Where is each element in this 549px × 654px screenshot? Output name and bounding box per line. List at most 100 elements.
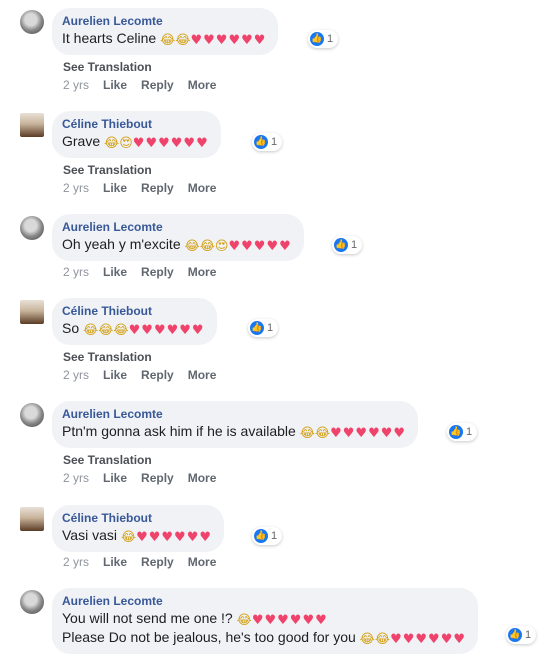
like-button[interactable]: Like [103,471,127,485]
avatar[interactable] [20,216,44,240]
laughing-emoji-icon: 😂 [236,613,252,628]
like-button[interactable]: Like [103,368,127,382]
like-button[interactable]: Like [103,555,127,569]
laughing-emoji-icon: 😂 [184,239,200,254]
comment-age[interactable]: 2 yrs [63,265,89,279]
see-translation-link[interactable]: See Translation [63,350,152,364]
laughing-emoji-icon: 😂 [160,33,176,48]
heart-icon: ♥ [241,33,253,48]
heart-eyes-emoji-icon: 😍 [214,239,229,254]
heart-icon: ♥ [141,323,153,338]
author-name[interactable]: Aurelien Lecomte [62,13,266,29]
comment-actions: 2 yrs Like Reply More [63,368,230,382]
laughing-emoji-icon: 😂 [83,323,99,338]
avatar[interactable] [20,507,44,531]
reaction-count-badge[interactable]: 👍 1 [252,527,283,545]
heart-icon: ♥ [228,239,241,254]
author-name[interactable]: Aurelien Lecomte [62,219,292,235]
heart-icon: ♥ [191,323,204,338]
thumbs-up-like-icon: 👍 [334,238,348,252]
avatar[interactable] [20,590,44,614]
heart-icon: ♥ [279,239,291,254]
reaction-count-badge[interactable]: 👍 1 [248,319,279,337]
comment-bubble: Aurelien Lecomte It hearts Celine 😂😂♥♥♥♥… [52,8,279,55]
laughing-emoji-icon: 😂 [374,632,391,647]
laughing-emoji-icon: 😂 [104,136,120,151]
more-button[interactable]: More [188,368,217,382]
comment-bubble: Céline Thiebout So 😂😂😂♥♥♥♥♥♥ [52,298,217,345]
like-button[interactable]: Like [103,265,127,279]
heart-icon: ♥ [402,632,415,647]
heart-icon: ♥ [161,530,174,545]
avatar[interactable] [20,300,44,324]
comment-bubble: Céline Thiebout Grave 😂😍♥♥♥♥♥♥ [52,111,221,158]
heart-icon: ♥ [368,426,380,441]
thumbs-up-like-icon: 👍 [254,529,268,543]
comment-bubble: Aurelien Lecomte Oh yeah y m'excite 😂😂😍♥… [52,214,304,261]
reaction-count-badge[interactable]: 👍 1 [308,30,339,48]
thumbs-up-like-icon: 👍 [449,425,463,439]
more-button[interactable]: More [188,265,217,279]
heart-icon: ♥ [393,426,406,441]
comment-text: Oh yeah y m'excite [62,236,181,252]
heart-icon: ♥ [355,426,368,441]
reaction-count-badge[interactable]: 👍 1 [506,626,537,644]
reaction-count: 1 [271,530,278,542]
avatar[interactable] [20,113,44,137]
heart-icon: ♥ [148,530,161,545]
comment-age[interactable]: 2 yrs [63,368,89,382]
thumbs-up-like-icon: 👍 [250,321,264,335]
author-name[interactable]: Aurelien Lecomte [62,406,406,422]
laughing-emoji-icon: 😂 [199,239,215,254]
author-name[interactable]: Céline Thiebout [62,116,209,132]
heart-icon: ♥ [132,136,145,151]
heart-icon: ♥ [330,426,342,441]
see-translation-link[interactable]: See Translation [63,60,152,74]
heart-icon: ♥ [289,613,302,628]
comment-age[interactable]: 2 yrs [63,555,89,569]
reply-button[interactable]: Reply [141,368,174,382]
see-translation-link[interactable]: See Translation [63,163,152,177]
more-button[interactable]: More [188,471,217,485]
author-name[interactable]: Céline Thiebout [62,303,205,319]
laughing-emoji-icon: 😂 [113,323,129,338]
more-button[interactable]: More [188,181,217,195]
reaction-count-badge[interactable]: 👍 1 [252,133,283,151]
reply-button[interactable]: Reply [141,471,174,485]
heart-icon: ♥ [266,239,279,254]
comment-actions: 2 yrs Like Reply More [63,471,230,485]
heart-icon: ♥ [390,632,402,647]
reaction-count-badge[interactable]: 👍 1 [447,423,478,441]
like-button[interactable]: Like [103,78,127,92]
like-button[interactable]: Like [103,181,127,195]
reply-button[interactable]: Reply [141,555,174,569]
comment-age[interactable]: 2 yrs [63,471,89,485]
reaction-count-badge[interactable]: 👍 1 [332,236,363,254]
heart-icon: ♥ [158,136,170,151]
comment-actions: 2 yrs Like Reply More [63,265,230,279]
heart-icon: ♥ [203,33,215,48]
heart-icon: ♥ [199,530,212,545]
avatar[interactable] [20,403,44,427]
comment-text: So [62,320,80,336]
laughing-emoji-icon: 😂 [359,632,375,647]
reply-button[interactable]: Reply [141,181,174,195]
avatar[interactable] [20,10,44,34]
reply-button[interactable]: Reply [141,78,174,92]
more-button[interactable]: More [188,78,217,92]
more-button[interactable]: More [188,555,217,569]
heart-icon: ♥ [179,323,191,338]
see-translation-link[interactable]: See Translation [63,453,152,467]
heart-icon: ♥ [153,323,166,338]
reply-button[interactable]: Reply [141,265,174,279]
comment-actions: 2 yrs Like Reply More [63,181,230,195]
heart-icon: ♥ [166,323,179,338]
heart-icon: ♥ [170,136,183,151]
comment-age[interactable]: 2 yrs [63,181,89,195]
author-name[interactable]: Céline Thiebout [62,510,212,526]
reaction-count: 1 [525,629,532,641]
reaction-count: 1 [267,322,274,334]
author-name[interactable]: Aurelien Lecomte [62,593,466,609]
comment-age[interactable]: 2 yrs [63,78,89,92]
heart-icon: ♥ [253,33,266,48]
